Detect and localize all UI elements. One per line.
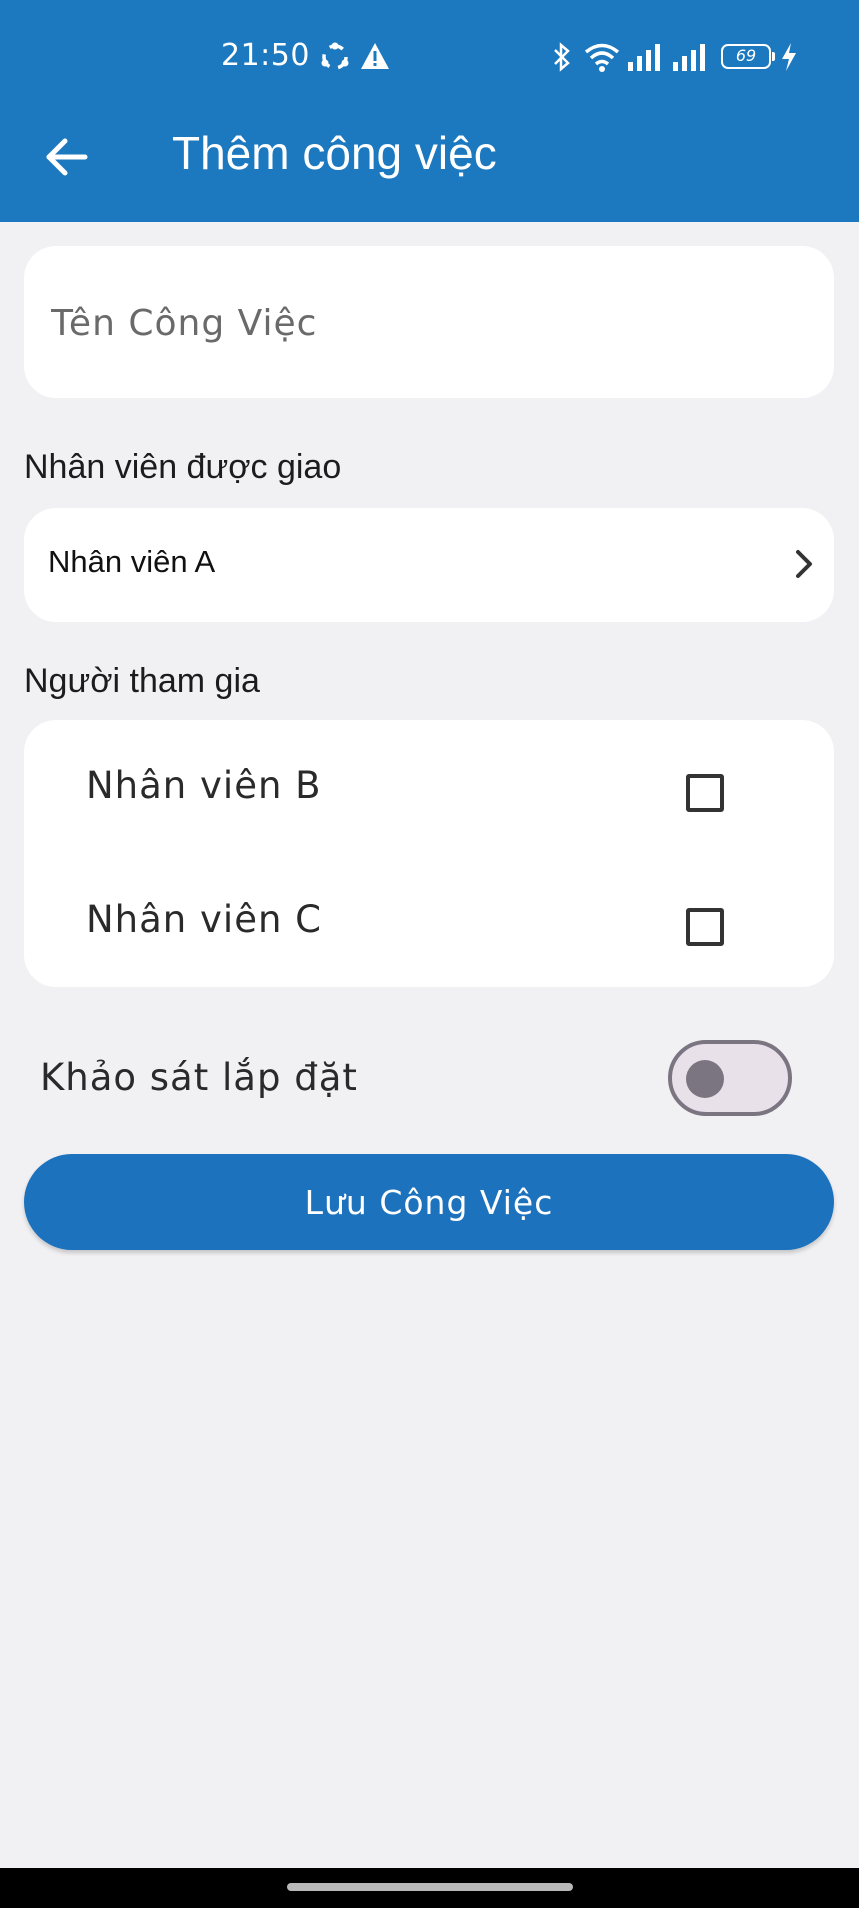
installation-survey-toggle[interactable] xyxy=(668,1040,792,1116)
participant-name: Nhân viên C xyxy=(86,898,322,941)
wifi-icon xyxy=(584,43,620,72)
task-name-input[interactable] xyxy=(49,246,813,400)
participant-row[interactable]: Nhân viên C xyxy=(24,868,834,978)
assigned-employee-label: Nhân viên được giao xyxy=(24,448,342,486)
save-task-button[interactable]: Lưu Công Việc xyxy=(24,1154,834,1250)
sync-icon xyxy=(321,42,349,70)
bluetooth-icon xyxy=(554,42,570,72)
installation-survey-label: Khảo sát lắp đặt xyxy=(40,1056,358,1099)
participants-label: Người tham gia xyxy=(24,662,260,700)
battery-indicator: 69 xyxy=(721,44,775,69)
toggle-knob xyxy=(686,1060,724,1098)
participants-list: Nhân viên B Nhân viên C xyxy=(24,720,834,987)
participant-row[interactable]: Nhân viên B xyxy=(24,734,834,844)
signal-icon xyxy=(673,44,705,71)
page-title: Thêm công việc xyxy=(172,127,497,179)
back-button[interactable] xyxy=(38,128,96,186)
participant-name: Nhân viên B xyxy=(86,764,322,807)
signal-icon xyxy=(628,44,660,71)
screen: 21:50 69 Thêm công việc Tên Công Việc Nh… xyxy=(0,0,859,1908)
assigned-employee-selector[interactable]: Nhân viên A xyxy=(24,508,834,622)
system-nav-bar xyxy=(0,1868,859,1908)
top-bar: 21:50 69 Thêm công việc xyxy=(0,0,859,222)
warning-icon xyxy=(361,43,389,69)
participant-checkbox[interactable] xyxy=(686,774,724,812)
charging-icon xyxy=(782,43,796,71)
assigned-employee-value: Nhân viên A xyxy=(48,544,216,579)
status-time: 21:50 xyxy=(221,38,310,73)
participant-checkbox[interactable] xyxy=(686,908,724,946)
arrow-left-icon xyxy=(46,138,88,176)
task-name-card xyxy=(24,246,834,400)
status-bar: 21:50 69 xyxy=(0,0,859,112)
chevron-right-icon xyxy=(796,550,812,578)
gesture-handle[interactable] xyxy=(287,1883,573,1891)
